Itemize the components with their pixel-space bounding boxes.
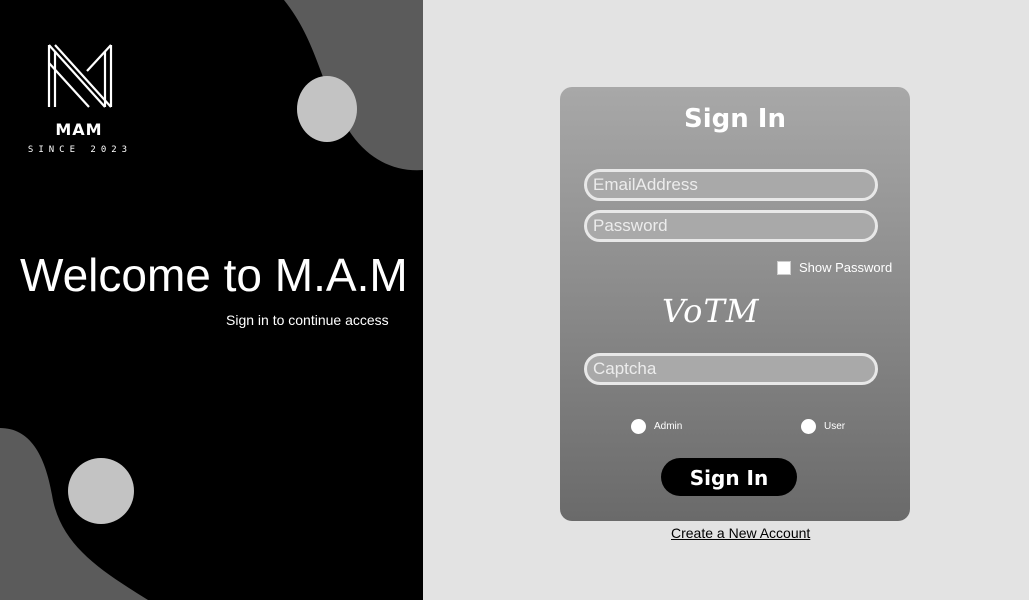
role-option-user[interactable]: User <box>801 419 845 434</box>
show-password-toggle[interactable]: Show Password <box>777 260 892 275</box>
bottom-left-blob <box>0 428 148 600</box>
top-right-blob <box>284 0 423 171</box>
create-account-link[interactable]: Create a New Account <box>671 525 810 541</box>
role-option-admin[interactable]: Admin <box>631 419 682 434</box>
role-label-user: User <box>824 421 846 432</box>
bottom-circle <box>68 458 134 524</box>
email-field[interactable] <box>584 169 878 201</box>
role-label-admin: Admin <box>654 421 683 432</box>
captcha-field[interactable] <box>584 353 878 385</box>
show-password-label: Show Password <box>799 260 893 275</box>
top-circle <box>297 76 357 142</box>
captcha-image: VoTM <box>662 292 760 330</box>
brand-tagline: SINCE 2023 <box>27 145 133 155</box>
mam-logo-icon <box>47 44 113 108</box>
signin-button[interactable]: Sign In <box>661 458 797 496</box>
password-field[interactable] <box>584 210 878 242</box>
brand-name: MAM <box>55 120 103 139</box>
radio-icon[interactable] <box>631 419 646 434</box>
signin-title: Sign In <box>684 104 786 134</box>
welcome-subtitle: Sign in to continue access <box>226 312 389 328</box>
radio-icon[interactable] <box>801 419 816 434</box>
welcome-title: Welcome to M.A.M <box>20 249 408 301</box>
welcome-panel: MAM SINCE 2023 Welcome to M.A.M Sign in … <box>0 0 423 600</box>
checkbox-icon[interactable] <box>777 260 791 275</box>
